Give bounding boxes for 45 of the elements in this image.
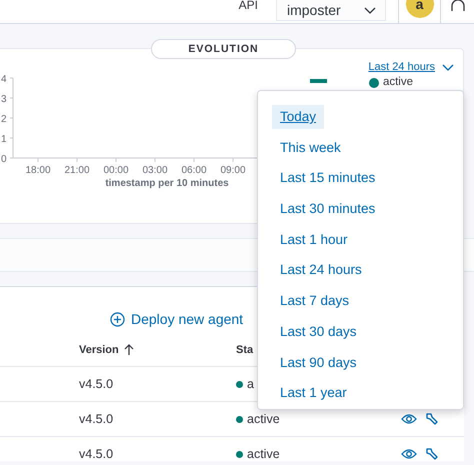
status-text: a	[247, 376, 254, 393]
x-tick-label: 06:00	[181, 165, 207, 176]
menu-item[interactable]: Last 1 year	[272, 381, 355, 406]
menu-item[interactable]: Last 30 days	[272, 320, 365, 344]
y-tick-label: 3	[1, 94, 7, 105]
user-avatar[interactable]: a	[406, 0, 434, 18]
x-tick-label: 09:00	[220, 165, 246, 176]
time-range-link[interactable]: Last 24 hours	[368, 59, 435, 76]
plus-circle-icon	[110, 312, 125, 327]
api-label: API	[238, 0, 258, 11]
x-axis-title: timestamp per 10 minutes	[105, 178, 229, 189]
menu-item[interactable]: Last 15 minutes	[272, 166, 384, 190]
eye-icon[interactable]	[401, 413, 417, 425]
x-tick-label: 18:00	[25, 165, 51, 176]
x-tick-label: 21:00	[64, 165, 90, 176]
status-dot	[236, 450, 243, 458]
version-cell-text: v4.5.0	[78, 446, 114, 461]
y-tick-label: 2	[1, 114, 7, 125]
wrench-icon[interactable]	[425, 447, 439, 461]
legend-label: active	[382, 75, 413, 90]
section-title: EVOLUTION	[151, 39, 296, 59]
menu-item[interactable]: Last 7 days	[272, 289, 358, 314]
menu-item[interactable]: Last 90 days	[272, 350, 365, 374]
deploy-agent-button[interactable]: Deploy new agent	[110, 309, 244, 330]
status-dot	[236, 380, 243, 388]
status-text: active	[247, 410, 280, 428]
api-select[interactable]: imposter	[276, 0, 386, 21]
status-text: active	[247, 446, 280, 461]
y-tick-label: 0	[1, 154, 7, 165]
y-tick-label: 4	[1, 74, 7, 85]
x-tick-label: 00:00	[103, 165, 129, 176]
wrench-icon[interactable]	[425, 412, 439, 426]
menu-item[interactable]: Last 1 hour	[272, 228, 356, 252]
column-header[interactable]: Sta	[236, 342, 254, 358]
menu-item[interactable]: Today	[272, 105, 324, 129]
menu-item[interactable]: This week	[272, 136, 349, 160]
menu-item[interactable]: Last 24 hours	[272, 258, 370, 282]
y-tick-label: 1	[1, 134, 7, 145]
status-dot	[236, 416, 243, 422]
version-cell-text: v4.5.0	[78, 410, 114, 428]
version-cell-text: v4.5.0	[78, 376, 114, 393]
x-tick-label: 03:00	[142, 165, 168, 176]
menu-item[interactable]: Last 30 minutes	[272, 197, 384, 222]
column-header[interactable]: Version	[79, 342, 134, 358]
eye-icon[interactable]	[401, 448, 417, 460]
